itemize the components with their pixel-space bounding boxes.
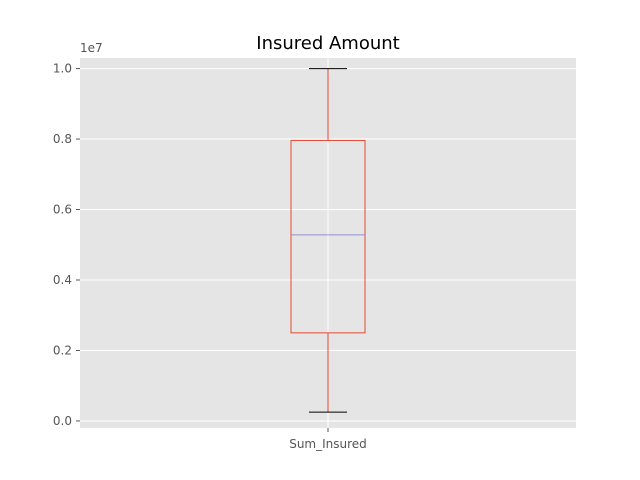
chart-title: Insured Amount [256, 33, 399, 54]
y-tick-label: 0.2 [53, 343, 72, 357]
y-tick-label: 1.0 [53, 62, 72, 76]
x-tick-label: Sum_Insured [289, 437, 367, 451]
y-tick-label: 0.8 [53, 132, 72, 146]
y-offset-text: 1e7 [80, 41, 103, 55]
y-tick-label: 0.6 [53, 203, 72, 217]
y-tick-label: 0.4 [53, 273, 72, 287]
box-plot-chart: 0.0 0.2 0.4 0.6 0.8 1.0 Sum_Insured Insured A… [0, 0, 640, 480]
y-tick-label: 0.0 [53, 414, 72, 428]
